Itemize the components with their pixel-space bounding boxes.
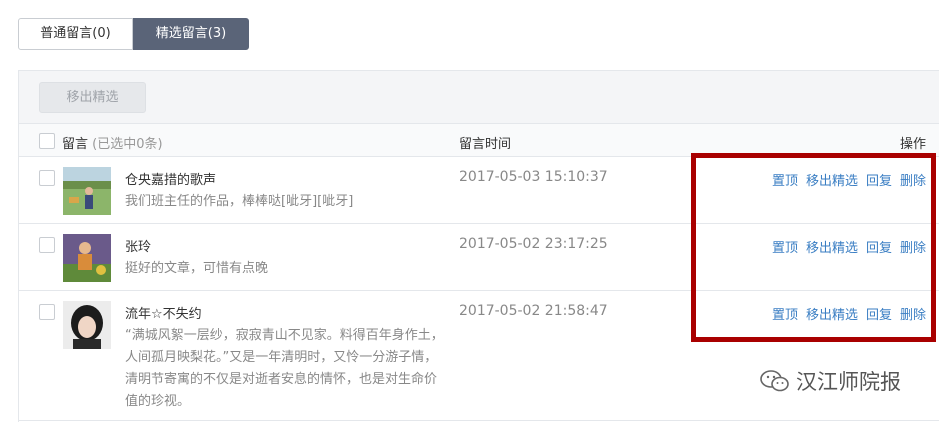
- header-action: 操作: [899, 137, 926, 152]
- header-message: 留言 (已选中0条): [62, 133, 163, 152]
- avatar: [63, 301, 111, 349]
- tab-group: 普通留言(0) 精选留言(3): [18, 18, 249, 50]
- row-time: 2017-05-02 21:58:47: [459, 303, 608, 319]
- watermark-text: 汉江师院报: [796, 370, 901, 394]
- row-time: 2017-05-03 15:10:37: [459, 169, 608, 185]
- avatar: [63, 234, 111, 282]
- row-time: 2017-05-02 23:17:25: [459, 236, 608, 252]
- select-all-checkbox[interactable]: [39, 133, 55, 149]
- avatar: [63, 167, 111, 215]
- remove-featured-button[interactable]: 移出精选: [39, 82, 146, 113]
- header-selected-count: (已选中0条): [92, 137, 163, 152]
- row-checkbox[interactable]: [39, 170, 55, 186]
- highlight-box: [691, 153, 936, 342]
- row-author: 仓央嘉措的歌声: [125, 173, 217, 188]
- row-content: 挺好的文章，可惜有点晚: [125, 261, 269, 276]
- row-author: 张玲: [125, 240, 152, 255]
- row-content: 我们班主任的作品，棒棒哒[呲牙][呲牙]: [125, 194, 354, 209]
- tab-featured-messages[interactable]: 精选留言(3): [133, 18, 249, 50]
- row-author: 流年☆不失约: [125, 307, 202, 322]
- row-checkbox[interactable]: [39, 304, 55, 320]
- wechat-icon: [760, 370, 789, 392]
- header-message-label: 留言: [62, 137, 89, 152]
- toolbar: 移出精选: [19, 71, 939, 124]
- watermark: 汉江师院报: [760, 366, 901, 396]
- row-content: “满城风絮一层纱，寂寂青山不见家。料得百年身作土，人间孤月映梨花。”又是一年清明…: [125, 328, 444, 409]
- tab-normal-messages[interactable]: 普通留言(0): [18, 18, 133, 50]
- row-checkbox[interactable]: [39, 237, 55, 253]
- header-time: 留言时间: [459, 137, 512, 152]
